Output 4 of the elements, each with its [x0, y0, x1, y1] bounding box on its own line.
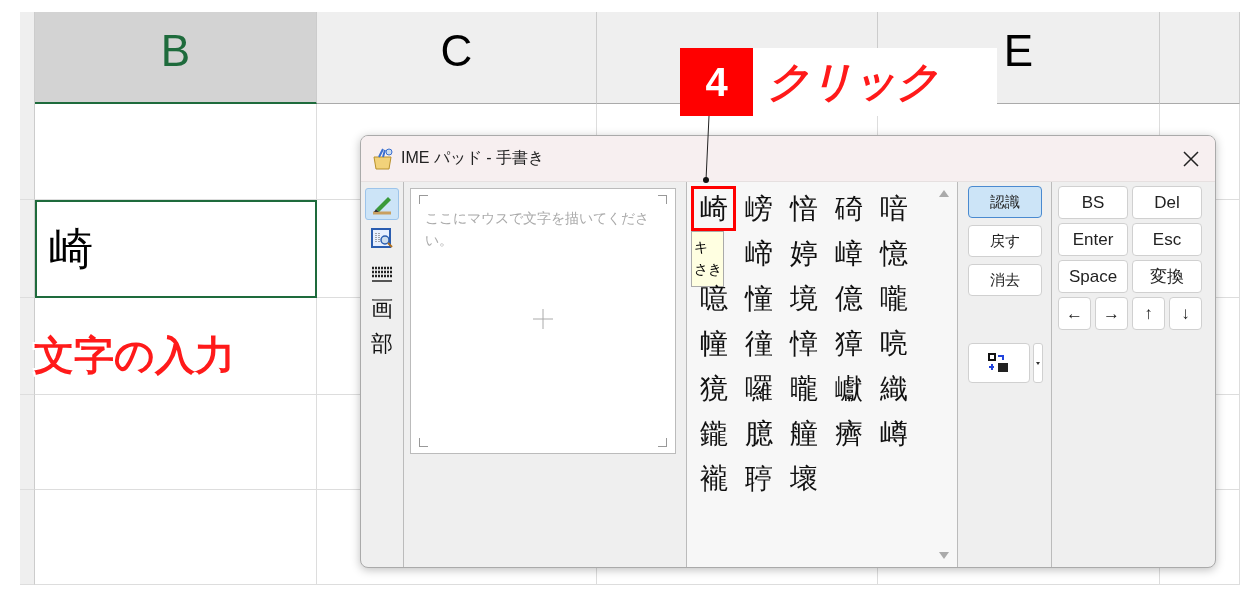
- step-number: 4: [680, 48, 753, 116]
- annotation-label: 文字の入力: [34, 332, 235, 379]
- drawing-placeholder: ここにマウスで文字を描いてください。: [425, 209, 650, 250]
- window-title: IME パッド - 手書き: [401, 148, 546, 168]
